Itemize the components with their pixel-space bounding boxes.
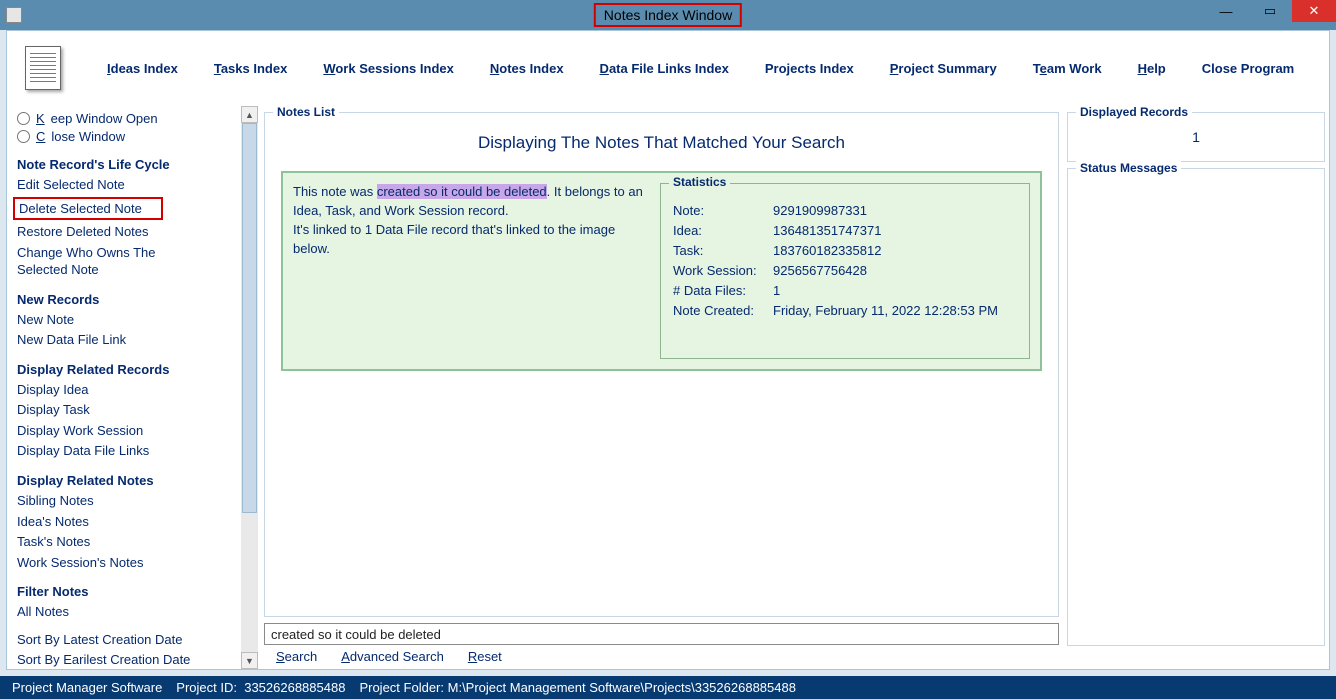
link-new-note[interactable]: New Note <box>17 311 241 329</box>
stat-datafiles-value: 1 <box>773 283 1017 298</box>
stat-created-value: Friday, February 11, 2022 12:28:53 PM <box>773 303 1017 318</box>
statistics-box: Statistics Note:9291909987331 Idea:13648… <box>660 183 1030 359</box>
note-text-pre: This note was <box>293 184 377 199</box>
menu-ideas-index[interactable]: Ideas Index <box>107 61 178 76</box>
section-new-records: New Records <box>17 292 241 307</box>
close-button[interactable]: ✕ <box>1292 0 1336 22</box>
note-highlight: created so it could be deleted <box>377 184 547 199</box>
menu-close-program[interactable]: Close Program <box>1202 61 1294 76</box>
stat-datafiles-label: # Data Files: <box>673 283 773 298</box>
note-body: This note was created so it could be del… <box>293 183 646 359</box>
link-sort-earliest[interactable]: Sort By Earilest Creation Date <box>17 651 241 669</box>
scroll-down-arrow-icon[interactable]: ▼ <box>241 652 258 669</box>
scrollbar-thumb[interactable] <box>242 123 257 513</box>
section-filter-notes: Filter Notes <box>17 584 241 599</box>
advanced-search-link[interactable]: Advanced Search <box>341 649 444 664</box>
right-panel: Displayed Records 1 Status Messages <box>1067 106 1329 669</box>
link-new-data-file-link[interactable]: New Data File Link <box>17 331 241 349</box>
link-delete-selected-note[interactable]: Delete Selected Note <box>13 197 163 221</box>
link-work-sessions-notes[interactable]: Work Session's Notes <box>17 554 241 572</box>
status-app-name: Project Manager Software <box>12 680 162 695</box>
section-lifecycle: Note Record's Life Cycle <box>17 157 241 172</box>
displayed-records-count: 1 <box>1078 129 1314 145</box>
section-related-notes: Display Related Notes <box>17 473 241 488</box>
status-messages-box: Status Messages <box>1067 168 1325 646</box>
note-card[interactable]: This note was created so it could be del… <box>281 171 1042 371</box>
link-display-task[interactable]: Display Task <box>17 401 241 419</box>
menu-help[interactable]: Help <box>1138 61 1166 76</box>
status-messages-legend: Status Messages <box>1076 161 1181 175</box>
stat-task-value: 183760182335812 <box>773 243 1017 258</box>
notes-list-box: Notes List Displaying The Notes That Mat… <box>264 112 1059 617</box>
link-display-data-file-links[interactable]: Display Data File Links <box>17 442 241 460</box>
document-icon <box>25 46 61 90</box>
menu-data-file-links-index[interactable]: Data File Links Index <box>600 61 729 76</box>
displayed-records-legend: Displayed Records <box>1076 105 1192 119</box>
main-panel: Notes List Displaying The Notes That Mat… <box>260 106 1067 669</box>
stat-idea-label: Idea: <box>673 223 773 238</box>
link-tasks-notes[interactable]: Task's Notes <box>17 533 241 551</box>
note-text-post2: It's linked to 1 Data File record that's… <box>293 222 615 256</box>
search-input[interactable] <box>264 623 1059 645</box>
maximize-button[interactable]: ▭ <box>1248 0 1292 22</box>
stat-ws-value: 9256567756428 <box>773 263 1017 278</box>
scroll-up-arrow-icon[interactable]: ▲ <box>241 106 258 123</box>
notes-list-legend: Notes List <box>273 105 339 119</box>
stat-created-label: Note Created: <box>673 303 773 318</box>
statusbar: Project Manager Software Project ID: 335… <box>0 676 1336 699</box>
menu-notes-index[interactable]: Notes Index <box>490 61 564 76</box>
status-folder: M:\Project Management Software\Projects\… <box>448 680 796 695</box>
stat-ws-label: Work Session: <box>673 263 773 278</box>
minimize-button[interactable]: — <box>1204 0 1248 22</box>
search-link[interactable]: Search <box>276 649 317 664</box>
menu-tasks-index[interactable]: Tasks Index <box>214 61 287 76</box>
menu-projects-index[interactable]: Projects Index <box>765 61 854 76</box>
link-all-notes[interactable]: All Notes <box>17 603 241 621</box>
link-ideas-notes[interactable]: Idea's Notes <box>17 513 241 531</box>
stat-idea-value: 136481351747371 <box>773 223 1017 238</box>
link-display-work-session[interactable]: Display Work Session <box>17 422 241 440</box>
stat-note-label: Note: <box>673 203 773 218</box>
link-edit-selected-note[interactable]: Edit Selected Note <box>17 176 241 194</box>
link-display-idea[interactable]: Display Idea <box>17 381 241 399</box>
status-folder-label: Project Folder: <box>359 680 444 695</box>
link-sibling-notes[interactable]: Sibling Notes <box>17 492 241 510</box>
status-pid-label: Project ID: <box>176 680 237 695</box>
app-icon <box>6 7 22 23</box>
displayed-records-box: Displayed Records 1 <box>1067 112 1325 162</box>
sidebar: Keep Window Open Close Window Note Recor… <box>7 106 241 669</box>
menubar: Ideas Index Tasks Index Work Sessions In… <box>7 31 1329 106</box>
status-pid: 33526268885488 <box>244 680 345 695</box>
radio-close-window[interactable]: Close Window <box>17 129 241 144</box>
section-related-records: Display Related Records <box>17 362 241 377</box>
search-area: Search Advanced Search Reset <box>264 623 1059 664</box>
menu-work-sessions-index[interactable]: Work Sessions Index <box>323 61 454 76</box>
window-title: Notes Index Window <box>594 3 742 27</box>
menu-project-summary[interactable]: Project Summary <box>890 61 997 76</box>
notes-list-heading: Displaying The Notes That Matched Your S… <box>265 133 1058 153</box>
statistics-legend: Statistics <box>669 175 730 189</box>
sidebar-scrollbar[interactable]: ▲ ▼ <box>241 106 258 669</box>
radio-keep-open[interactable]: Keep Window Open <box>17 111 241 126</box>
link-change-owner[interactable]: Change Who Owns The Selected Note <box>17 244 187 279</box>
stat-task-label: Task: <box>673 243 773 258</box>
titlebar: Notes Index Window — ▭ ✕ <box>0 0 1336 30</box>
menu-team-work[interactable]: Team Work <box>1033 61 1102 76</box>
link-sort-latest[interactable]: Sort By Latest Creation Date <box>17 631 241 649</box>
reset-link[interactable]: Reset <box>468 649 502 664</box>
stat-note-value: 9291909987331 <box>773 203 1017 218</box>
link-restore-deleted-notes[interactable]: Restore Deleted Notes <box>17 223 241 241</box>
